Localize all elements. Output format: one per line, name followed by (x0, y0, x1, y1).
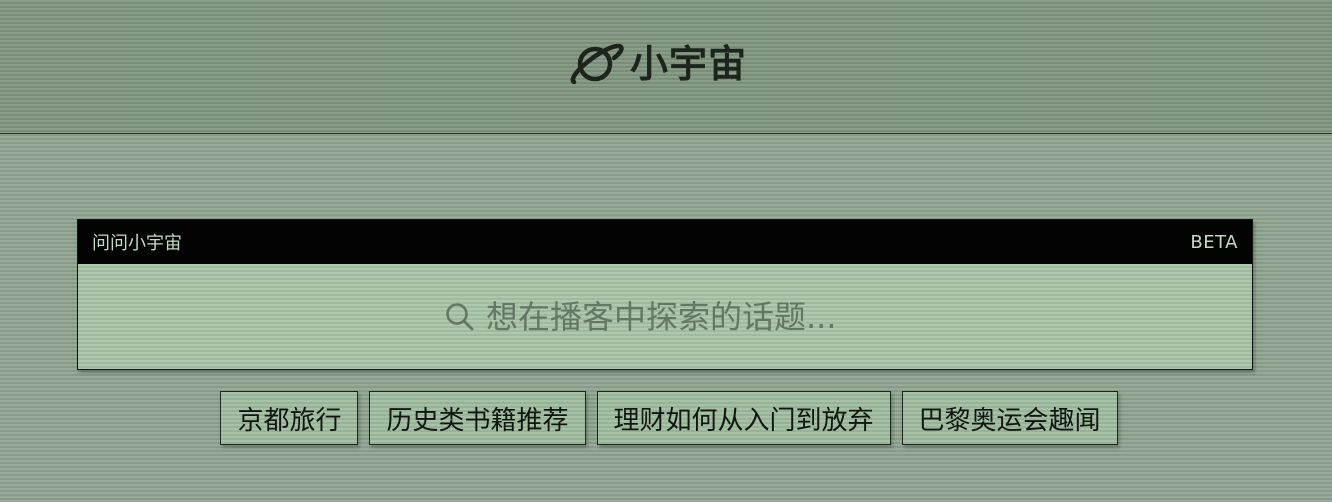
suggestion-chip-history-books[interactable]: 历史类书籍推荐 (369, 391, 586, 445)
brand-name: 小宇宙 (630, 42, 748, 86)
suggestion-chip-investing[interactable]: 理财如何从入门到放弃 (596, 391, 891, 445)
ask-panel: 问问小宇宙 BETA (77, 219, 1253, 370)
suggestion-chip-paris-olympics[interactable]: 巴黎奥运会趣闻 (901, 391, 1118, 445)
suggestion-chip-kyoto-travel[interactable]: 京都旅行 (220, 391, 359, 445)
site-header: 小宇宙 (0, 0, 1332, 134)
beta-badge: BETA (1190, 231, 1238, 253)
planet-icon (570, 43, 624, 85)
brand-logo[interactable]: 小宇宙 (568, 38, 747, 90)
suggestion-chips: 京都旅行 历史类书籍推荐 理财如何从入门到放弃 巴黎奥运会趣闻 (0, 391, 1332, 445)
ask-panel-title: 问问小宇宙 (92, 233, 182, 254)
search-input[interactable] (486, 297, 886, 336)
search-icon (446, 302, 474, 330)
ask-panel-header: 问问小宇宙 BETA (78, 220, 1252, 264)
search-box[interactable] (78, 264, 1252, 369)
